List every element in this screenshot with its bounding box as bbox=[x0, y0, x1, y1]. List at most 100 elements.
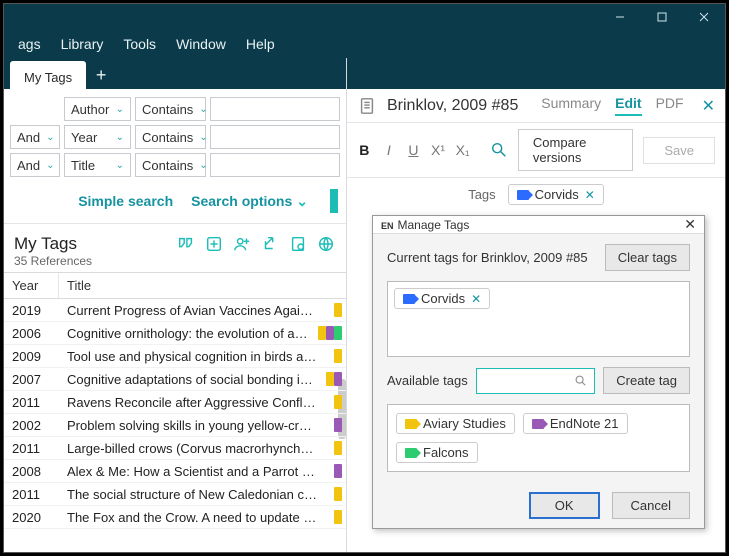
create-tag-button[interactable]: Create tag bbox=[603, 367, 690, 394]
row-tags bbox=[326, 372, 342, 386]
table-row[interactable]: 2007Cognitive adaptations of social bond… bbox=[4, 368, 346, 391]
italic-button[interactable]: I bbox=[382, 142, 397, 158]
export-icon[interactable] bbox=[288, 234, 308, 254]
ok-button[interactable]: OK bbox=[529, 492, 600, 519]
filter-row-1: And⌄ Year⌄ Contains⌄ bbox=[10, 125, 340, 149]
reference-list[interactable]: 2019Current Progress of Avian Vaccines A… bbox=[4, 299, 346, 552]
group-tools bbox=[176, 234, 336, 254]
superscript-button[interactable]: X¹ bbox=[431, 142, 446, 158]
table-row[interactable]: 2019Current Progress of Avian Vaccines A… bbox=[4, 299, 346, 322]
cell-title: Ravens Reconcile after Aggressive Confli… bbox=[59, 395, 346, 410]
table-row[interactable]: 2011Large-billed crows (Corvus macrorhyn… bbox=[4, 437, 346, 460]
remove-tag-icon[interactable]: ✕ bbox=[471, 292, 481, 306]
right-tabs-bar bbox=[347, 58, 725, 89]
subscript-button[interactable]: X₁ bbox=[455, 142, 470, 158]
simple-search-link[interactable]: Simple search bbox=[78, 193, 173, 209]
subtab-summary[interactable]: Summary bbox=[541, 95, 601, 116]
condition-select-2[interactable]: Contains⌄ bbox=[135, 153, 206, 177]
web-icon[interactable] bbox=[316, 234, 336, 254]
menu-tags[interactable]: ags bbox=[8, 32, 51, 56]
field-select-2[interactable]: Title⌄ bbox=[64, 153, 131, 177]
menu-help[interactable]: Help bbox=[236, 32, 285, 56]
field-select-0[interactable]: Author⌄ bbox=[64, 97, 131, 121]
tag-label: Aviary Studies bbox=[423, 416, 506, 431]
condition-select-0[interactable]: Contains⌄ bbox=[135, 97, 206, 121]
table-row[interactable]: 2002Problem solving skills in young yell… bbox=[4, 414, 346, 437]
tag-label: EndNote 21 bbox=[550, 416, 619, 431]
cell-title: Large-billed crows (Corvus macrorhynchos… bbox=[59, 441, 346, 456]
tag-label: Corvids bbox=[421, 291, 465, 306]
add-reference-icon[interactable] bbox=[204, 234, 224, 254]
add-tab-button[interactable]: + bbox=[86, 61, 116, 89]
row-tags bbox=[334, 464, 342, 478]
tag-label: Falcons bbox=[423, 445, 469, 460]
tag-pip-icon bbox=[318, 326, 326, 340]
save-button[interactable]: Save bbox=[643, 137, 715, 164]
dialog-title: Manage Tags bbox=[398, 218, 470, 232]
cancel-button[interactable]: Cancel bbox=[612, 492, 690, 519]
menu-tools[interactable]: Tools bbox=[113, 32, 166, 56]
tag-pip-icon bbox=[334, 464, 342, 478]
endnote-logo-icon: EN bbox=[381, 221, 394, 231]
cell-title: Current Progress of Avian Vaccines Again… bbox=[59, 303, 346, 318]
tag-pip-icon bbox=[334, 441, 342, 455]
share-icon[interactable] bbox=[260, 234, 280, 254]
available-tag-falcons[interactable]: Falcons bbox=[396, 442, 478, 463]
tag-chip-corvids[interactable]: Corvids ✕ bbox=[508, 184, 604, 205]
header-title[interactable]: Title bbox=[59, 273, 346, 298]
field-select-1[interactable]: Year⌄ bbox=[64, 125, 131, 149]
tag-search-input[interactable] bbox=[476, 368, 596, 394]
add-person-icon[interactable] bbox=[232, 234, 252, 254]
dialog-body: Current tags for Brinklov, 2009 #85 Clea… bbox=[373, 234, 704, 482]
tag-icon bbox=[532, 419, 544, 429]
operator-select-1[interactable]: And⌄ bbox=[10, 125, 60, 149]
maximize-button[interactable] bbox=[641, 4, 683, 30]
value-input-2[interactable] bbox=[210, 153, 340, 177]
value-input-0[interactable] bbox=[210, 97, 340, 121]
tab-my-tags[interactable]: My Tags bbox=[10, 61, 86, 89]
value-input-1[interactable] bbox=[210, 125, 340, 149]
search-options-link[interactable]: Search options⌄ bbox=[191, 193, 308, 210]
cell-year: 2019 bbox=[4, 303, 59, 318]
available-tag-aviary[interactable]: Aviary Studies bbox=[396, 413, 515, 434]
table-row[interactable]: 2011The social structure of New Caledoni… bbox=[4, 483, 346, 506]
bold-button[interactable]: B bbox=[357, 142, 372, 158]
subtab-edit[interactable]: Edit bbox=[615, 95, 641, 116]
cite-icon[interactable] bbox=[176, 234, 196, 254]
close-reference-button[interactable]: ✕ bbox=[702, 96, 715, 116]
subtab-pdf[interactable]: PDF bbox=[656, 95, 684, 116]
menu-window[interactable]: Window bbox=[166, 32, 236, 56]
dialog-close-button[interactable]: ✕ bbox=[684, 216, 696, 233]
table-row[interactable]: 2009Tool use and physical cognition in b… bbox=[4, 345, 346, 368]
tag-pip-icon bbox=[334, 395, 342, 409]
available-tag-endnote[interactable]: EndNote 21 bbox=[523, 413, 628, 434]
compare-versions-button[interactable]: Compare versions bbox=[518, 129, 633, 171]
available-tags-box: Aviary Studies EndNote 21 Falcons bbox=[387, 404, 690, 472]
table-row[interactable]: 2006Cognitive ornithology: the evolution… bbox=[4, 322, 346, 345]
cell-year: 2011 bbox=[4, 487, 59, 502]
operator-select-2[interactable]: And⌄ bbox=[10, 153, 60, 177]
tag-pip-icon bbox=[334, 326, 342, 340]
reference-title: Brinklov, 2009 #85 bbox=[387, 97, 531, 115]
current-tag-chip[interactable]: Corvids ✕ bbox=[394, 288, 490, 309]
cell-year: 2011 bbox=[4, 395, 59, 410]
row-tags bbox=[318, 326, 342, 340]
group-subtitle: 35 References bbox=[14, 254, 92, 268]
clear-tags-button[interactable]: Clear tags bbox=[605, 244, 690, 271]
condition-select-1[interactable]: Contains⌄ bbox=[135, 125, 206, 149]
search-icon[interactable] bbox=[490, 140, 508, 160]
table-row[interactable]: 2008Alex & Me: How a Scientist and a Par… bbox=[4, 460, 346, 483]
reference-header: Brinklov, 2009 #85 Summary Edit PDF ✕ bbox=[347, 89, 725, 123]
menu-library[interactable]: Library bbox=[51, 32, 114, 56]
table-row[interactable]: 2020The Fox and the Crow. A need to upda… bbox=[4, 506, 346, 529]
underline-button[interactable]: U bbox=[406, 142, 421, 158]
close-button[interactable] bbox=[683, 4, 725, 30]
table-row[interactable]: 2011Ravens Reconcile after Aggressive Co… bbox=[4, 391, 346, 414]
tag-pip-icon bbox=[334, 418, 342, 432]
remove-tag-icon[interactable]: ✕ bbox=[585, 188, 595, 202]
header-year[interactable]: Year bbox=[4, 273, 59, 298]
minimize-button[interactable] bbox=[599, 4, 641, 30]
tag-pip-icon bbox=[334, 372, 342, 386]
tags-field: Tags Corvids ✕ bbox=[347, 178, 725, 211]
tag-label: Corvids bbox=[535, 187, 579, 202]
